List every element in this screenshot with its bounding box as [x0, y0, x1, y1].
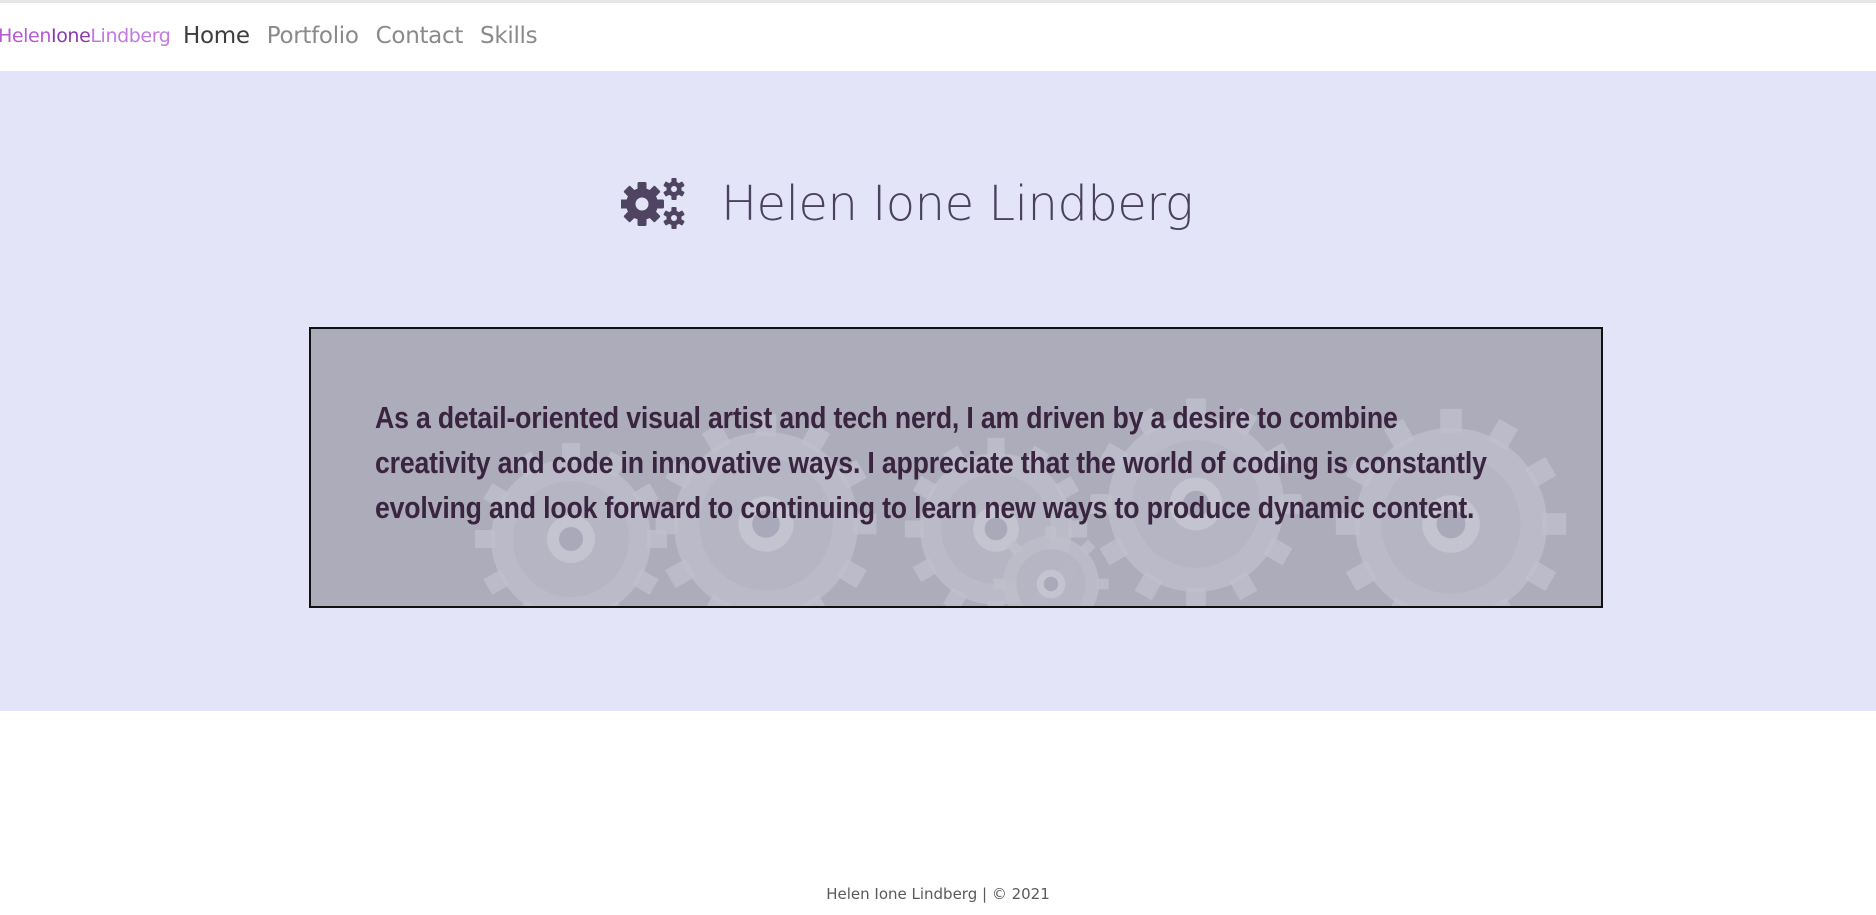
- nav-link-home[interactable]: Home: [183, 23, 250, 49]
- footer: Helen Ione Lindberg | © 2021: [0, 885, 1876, 903]
- about-paragraph: As a detail-oriented visual artist and t…: [375, 400, 1487, 525]
- title-row: Helen Ione Lindberg: [0, 176, 1876, 232]
- brand-part-1: Helen: [0, 25, 51, 47]
- nav-links: Home Portfolio Contact Skills: [183, 23, 538, 49]
- gears-icon: [620, 178, 685, 229]
- navbar: HelenIoneLindberg Home Portfolio Contact…: [0, 3, 1876, 71]
- about-card: As a detail-oriented visual artist and t…: [309, 327, 1603, 608]
- brand-logo-link[interactable]: HelenIoneLindberg: [0, 25, 171, 47]
- brand-part-3: Lindberg: [90, 25, 171, 47]
- brand-part-2: Ione: [51, 25, 91, 47]
- page-title: Helen Ione Lindberg: [720, 176, 1194, 232]
- hero-section: Helen Ione Lindberg As a detail-oriented…: [0, 71, 1876, 711]
- nav-link-portfolio[interactable]: Portfolio: [267, 23, 359, 49]
- footer-text: Helen Ione Lindberg | © 2021: [826, 885, 1050, 903]
- nav-link-contact[interactable]: Contact: [376, 23, 464, 49]
- nav-link-skills[interactable]: Skills: [480, 23, 538, 49]
